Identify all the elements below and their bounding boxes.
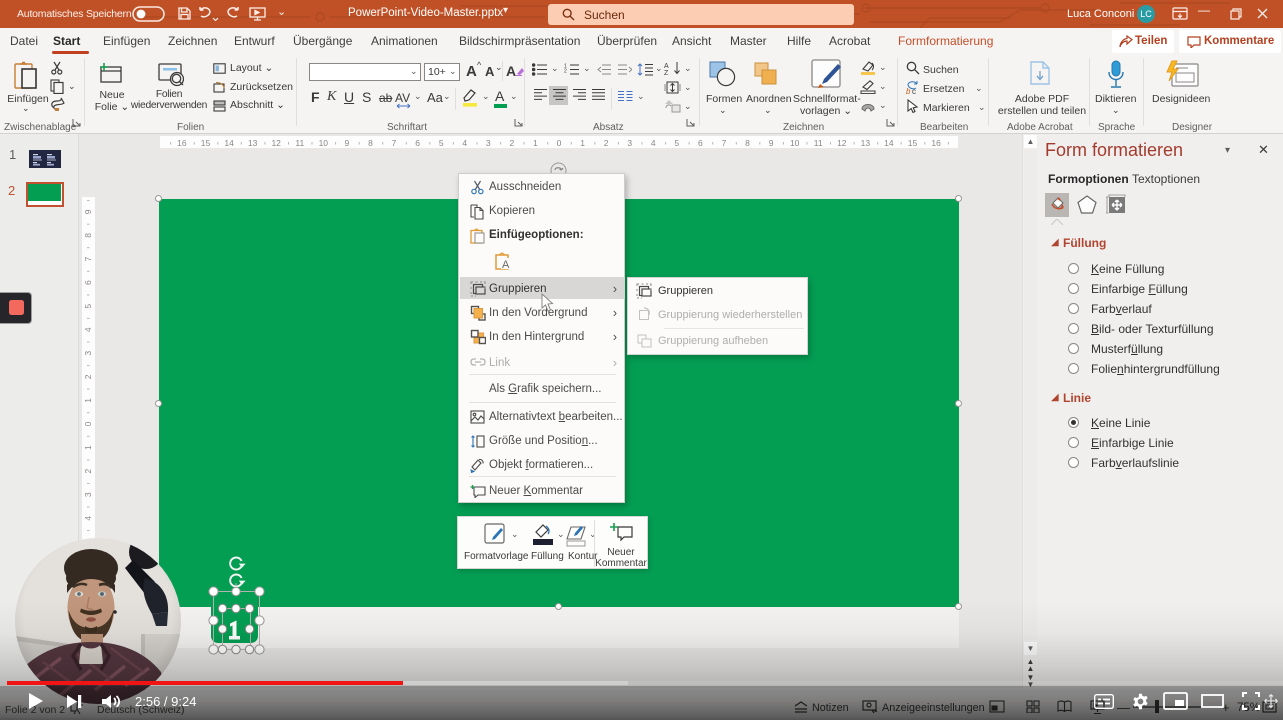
svg-text:11: 11 xyxy=(814,138,823,148)
svg-text:15: 15 xyxy=(201,138,211,148)
svg-text:7: 7 xyxy=(722,138,727,148)
svg-text:16: 16 xyxy=(931,138,941,148)
svg-text:14: 14 xyxy=(884,138,894,148)
svg-text:13: 13 xyxy=(861,138,871,148)
svg-text:4: 4 xyxy=(462,138,467,148)
svg-text:A: A xyxy=(502,259,510,270)
svg-text:Z: Z xyxy=(664,70,669,76)
svg-text:3: 3 xyxy=(83,492,93,497)
svg-text:0: 0 xyxy=(83,421,93,426)
svg-text:8: 8 xyxy=(745,138,750,148)
svg-text:2: 2 xyxy=(564,69,567,75)
svg-text:1: 1 xyxy=(83,445,93,450)
svg-text:9: 9 xyxy=(83,209,93,214)
svg-text:1: 1 xyxy=(580,138,585,148)
svg-text:0: 0 xyxy=(557,138,562,148)
svg-text:b: b xyxy=(906,87,911,95)
svg-text:7: 7 xyxy=(392,138,397,148)
svg-text:10: 10 xyxy=(319,138,329,148)
svg-text:8: 8 xyxy=(368,138,373,148)
svg-text:1: 1 xyxy=(533,138,538,148)
svg-text:10: 10 xyxy=(790,138,800,148)
svg-text:3: 3 xyxy=(486,138,491,148)
svg-text:2: 2 xyxy=(510,138,515,148)
svg-text:12: 12 xyxy=(271,138,281,148)
svg-text:16: 16 xyxy=(177,138,187,148)
svg-text:5: 5 xyxy=(674,138,679,148)
svg-text:8: 8 xyxy=(83,233,93,238)
svg-text:5: 5 xyxy=(83,304,93,309)
svg-text:4: 4 xyxy=(651,138,656,148)
svg-text:4: 4 xyxy=(83,327,93,332)
svg-text:3: 3 xyxy=(83,351,93,356)
svg-text:11: 11 xyxy=(295,138,304,148)
svg-text:6: 6 xyxy=(415,138,420,148)
svg-text:5: 5 xyxy=(439,138,444,148)
svg-text:c: c xyxy=(912,87,916,95)
svg-text:12: 12 xyxy=(837,138,847,148)
svg-text:13: 13 xyxy=(248,138,258,148)
svg-text:6: 6 xyxy=(83,280,93,285)
svg-text:9: 9 xyxy=(769,138,774,148)
svg-text:15: 15 xyxy=(908,138,918,148)
svg-text:6: 6 xyxy=(698,138,703,148)
svg-text:14: 14 xyxy=(224,138,234,148)
svg-text:A: A xyxy=(664,63,669,70)
svg-text:7: 7 xyxy=(83,256,93,261)
svg-text:2: 2 xyxy=(604,138,609,148)
svg-text:4: 4 xyxy=(83,516,93,521)
svg-text:1: 1 xyxy=(83,398,93,403)
svg-text:9: 9 xyxy=(345,138,350,148)
svg-text:2: 2 xyxy=(83,468,93,473)
svg-text:2: 2 xyxy=(83,374,93,379)
svg-text:3: 3 xyxy=(627,138,632,148)
